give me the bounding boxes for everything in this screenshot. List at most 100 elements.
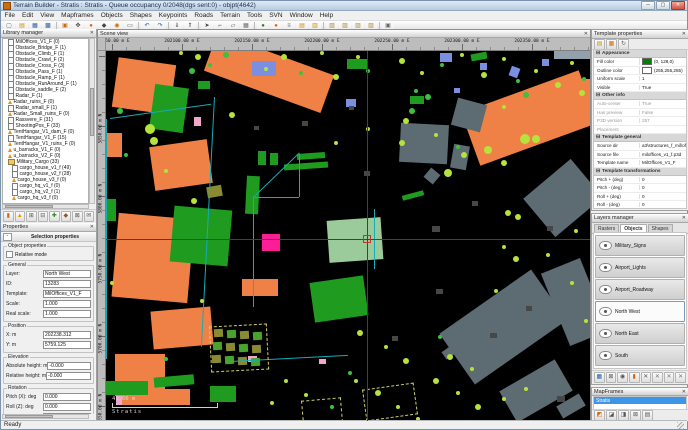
map-vegetation-object[interactable] bbox=[502, 105, 506, 109]
map-object[interactable] bbox=[170, 206, 233, 267]
map-vegetation-object[interactable] bbox=[189, 68, 195, 74]
map-object[interactable] bbox=[490, 333, 497, 338]
eye-icon[interactable] bbox=[599, 307, 612, 316]
map-vegetation-object[interactable] bbox=[532, 135, 540, 143]
template-property-pitch-deg[interactable]: 0 bbox=[639, 185, 686, 190]
field-layer[interactable]: North West bbox=[43, 270, 91, 278]
close-icon[interactable]: ✕ bbox=[90, 30, 94, 36]
map-vegetation-object[interactable] bbox=[320, 51, 324, 55]
map-vegetation-object[interactable] bbox=[334, 141, 338, 145]
map-vegetation-object[interactable] bbox=[403, 118, 409, 124]
template-property-template-name[interactable]: MilOffices_V1_F bbox=[639, 160, 686, 165]
map-object[interactable] bbox=[106, 199, 116, 221]
map-object[interactable] bbox=[258, 151, 266, 165]
map-object[interactable] bbox=[198, 81, 210, 89]
map-vegetation-object[interactable] bbox=[409, 108, 415, 114]
map-vegetation-object[interactable] bbox=[447, 354, 453, 360]
map-vegetation-object[interactable] bbox=[223, 52, 229, 58]
map-vegetation-object[interactable] bbox=[523, 92, 529, 98]
menu-svn[interactable]: SVN bbox=[266, 12, 286, 19]
map-vegetation-object[interactable] bbox=[164, 357, 168, 361]
eye-icon[interactable] bbox=[599, 241, 612, 250]
map-vegetation-object[interactable] bbox=[330, 405, 334, 409]
field-x-m[interactable]: 202238.312 bbox=[43, 331, 91, 339]
menu-objects[interactable]: Objects bbox=[97, 12, 126, 19]
minimize-button[interactable]: ─ bbox=[641, 1, 655, 10]
map-object[interactable] bbox=[309, 275, 368, 322]
map-vegetation-object[interactable] bbox=[229, 112, 235, 118]
template-property-roll-deg[interactable]: 0 bbox=[639, 194, 686, 199]
map-vegetation-object[interactable] bbox=[440, 63, 444, 67]
map-vegetation-object[interactable] bbox=[516, 79, 520, 83]
close-icon[interactable]: ✕ bbox=[682, 389, 686, 395]
map-object[interactable] bbox=[392, 336, 398, 341]
layer-item-north-west[interactable]: North West bbox=[595, 301, 685, 322]
map-object[interactable] bbox=[297, 152, 325, 160]
map-object[interactable] bbox=[194, 117, 201, 126]
map-object[interactable] bbox=[347, 59, 367, 69]
map-vegetation-object[interactable] bbox=[513, 256, 519, 262]
template-section-other-info[interactable]: ⊟Other info bbox=[594, 92, 686, 100]
map-selection-outline[interactable] bbox=[301, 397, 343, 421]
map-object[interactable] bbox=[106, 381, 148, 395]
menu-help[interactable]: Help bbox=[316, 12, 336, 19]
map-object[interactable] bbox=[424, 168, 441, 185]
close-icon[interactable]: ✕ bbox=[682, 31, 686, 37]
remove-shapes-icon[interactable]: ✕ bbox=[664, 372, 675, 383]
map-vegetation-object[interactable] bbox=[433, 378, 439, 384]
map-vegetation-object[interactable] bbox=[356, 55, 360, 59]
map-vegetation-object[interactable] bbox=[582, 77, 586, 81]
map-vegetation-object[interactable] bbox=[420, 71, 424, 75]
close-button[interactable]: ✕ bbox=[671, 1, 685, 10]
map-vegetation-object[interactable] bbox=[354, 379, 358, 383]
map-object[interactable] bbox=[432, 226, 440, 232]
template-property-visible[interactable]: True bbox=[639, 85, 686, 90]
menu-roads[interactable]: Roads bbox=[191, 12, 217, 19]
map-vegetation-object[interactable] bbox=[399, 58, 405, 64]
field-relative-height-m[interactable]: -0.000 bbox=[46, 372, 91, 380]
mapframe-item-stratis[interactable]: Stratis bbox=[594, 397, 686, 404]
map-object[interactable] bbox=[106, 133, 122, 157]
save-template-icon[interactable]: ▦ bbox=[606, 39, 617, 50]
map-object[interactable] bbox=[554, 51, 590, 59]
template-property-p3d-version[interactable]: 257 bbox=[639, 118, 686, 123]
add-template-icon[interactable]: ▮ bbox=[3, 211, 14, 222]
map-vegetation-object[interactable] bbox=[505, 210, 511, 216]
map-vegetation-object[interactable] bbox=[456, 391, 460, 395]
toggle-visibility-icon[interactable]: ◉ bbox=[617, 372, 628, 383]
template-property-roll-deg[interactable]: 0 bbox=[639, 202, 686, 207]
map-object[interactable] bbox=[150, 306, 213, 349]
map-object[interactable] bbox=[440, 53, 452, 62]
library-vertical-scrollbar[interactable] bbox=[89, 38, 95, 204]
layer-item-south[interactable]: South bbox=[595, 345, 685, 366]
map-vegetation-object[interactable] bbox=[570, 281, 574, 285]
template-property-auto-center[interactable]: True bbox=[639, 101, 686, 106]
map-vegetation-object[interactable] bbox=[200, 299, 204, 303]
map-vegetation-object[interactable] bbox=[284, 379, 288, 383]
map-object[interactable] bbox=[399, 123, 449, 164]
map-vegetation-object[interactable] bbox=[584, 319, 588, 323]
map-vegetation-object[interactable] bbox=[403, 358, 409, 364]
template-section-appearance[interactable]: ⊟Appearance bbox=[594, 50, 686, 58]
map-vegetation-object[interactable] bbox=[546, 253, 550, 257]
map-vegetation-object[interactable] bbox=[375, 390, 381, 396]
collapse-icon[interactable]: - bbox=[3, 233, 12, 241]
load-template-icon[interactable]: ▤ bbox=[594, 39, 605, 50]
map-object[interactable] bbox=[149, 139, 213, 191]
menu-mapframes[interactable]: Mapframes bbox=[58, 12, 98, 19]
map-vegetation-object[interactable] bbox=[434, 133, 438, 137]
map-vegetation-object[interactable] bbox=[164, 169, 168, 173]
map-vegetation-object[interactable] bbox=[399, 140, 405, 146]
map-object[interactable] bbox=[547, 226, 553, 231]
remove-objects-icon[interactable]: ✕ bbox=[652, 372, 663, 383]
map-vegetation-object[interactable] bbox=[502, 57, 506, 61]
map-vegetation-object[interactable] bbox=[481, 72, 487, 78]
map-vegetation-object[interactable] bbox=[574, 229, 578, 233]
map-boundary-line[interactable] bbox=[253, 197, 254, 307]
map-vegetation-object[interactable] bbox=[461, 152, 467, 158]
map-viewport[interactable]: 41.66 m Stratis bbox=[106, 51, 590, 421]
menu-view[interactable]: View bbox=[37, 12, 58, 19]
field-roll-z-deg[interactable]: 0.000 bbox=[43, 403, 91, 411]
map-vegetation-object[interactable] bbox=[191, 198, 197, 204]
template-section-template-transformations[interactable]: ⊟Template transformations bbox=[594, 168, 686, 176]
